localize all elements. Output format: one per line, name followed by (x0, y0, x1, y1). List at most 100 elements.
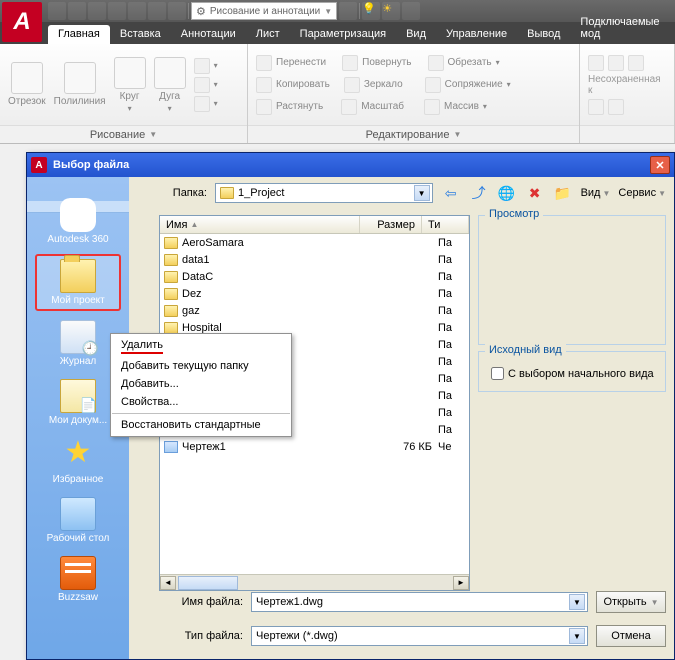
file-row[interactable]: Чертеж176 КБЧе (160, 438, 469, 455)
app-logo[interactable]: A (2, 2, 42, 42)
qat-share-icon[interactable] (339, 2, 357, 20)
folder-icon (164, 288, 178, 300)
qat-open-icon[interactable] (68, 2, 86, 20)
tab-home[interactable]: Главная (48, 25, 110, 44)
file-row[interactable]: DataCПа (160, 268, 469, 285)
tab-view[interactable]: Вид (396, 25, 436, 44)
initview-check-row[interactable]: С выбором начального вида (487, 364, 657, 383)
tool-polyline[interactable]: Полилиния (54, 62, 106, 107)
file-row[interactable]: AeroSamaraПа (160, 234, 469, 251)
ctx-properties[interactable]: Свойства... (111, 393, 291, 411)
scale-icon[interactable] (341, 99, 357, 115)
tool-hatch-icon[interactable] (194, 96, 210, 112)
place-buzzsaw[interactable]: Buzzsaw (35, 553, 121, 606)
qat-freeze-icon[interactable] (402, 2, 420, 20)
layer-icon4[interactable] (588, 99, 604, 115)
layer-icon3[interactable] (628, 55, 644, 71)
ctx-add[interactable]: Добавить... (111, 375, 291, 393)
file-type: Па (438, 288, 469, 300)
file-row[interactable]: gazПа (160, 302, 469, 319)
rotate-icon[interactable] (342, 55, 358, 71)
scroll-thumb[interactable] (178, 576, 238, 590)
fillet-icon[interactable] (425, 77, 441, 93)
array-icon[interactable] (424, 99, 440, 115)
dialog-icon: A (31, 157, 47, 173)
delete-icon[interactable]: ✖ (525, 183, 545, 203)
newfolder-icon[interactable]: 📁 (553, 183, 573, 203)
ribbon: Отрезок Полилиния Круг▾ Дуга▾ ▾ ▾ ▾ Рисо… (0, 44, 675, 144)
ctx-delete[interactable]: Удалить (111, 336, 291, 357)
tool-line[interactable]: Отрезок (8, 62, 46, 107)
tools-menu[interactable]: Сервис▼ (618, 187, 666, 199)
col-size[interactable]: Размер (360, 216, 422, 233)
move-icon[interactable] (256, 55, 272, 71)
tab-plugins[interactable]: Подключаемые мод (570, 13, 675, 44)
initview-checkbox[interactable] (491, 367, 504, 380)
scroll-right-icon[interactable]: ► (453, 576, 469, 590)
filetype-label: Тип файла: (159, 630, 243, 642)
file-row[interactable]: data1Па (160, 251, 469, 268)
tool-rect-icon[interactable] (194, 58, 210, 74)
scroll-left-icon[interactable]: ◄ (160, 576, 176, 590)
tool-ellipse-icon[interactable] (194, 77, 210, 93)
qat-plot-icon[interactable] (128, 2, 146, 20)
file-row[interactable]: DezПа (160, 285, 469, 302)
desktop-icon (60, 497, 96, 531)
horizontal-scrollbar[interactable]: ◄ ► (160, 574, 469, 590)
ctx-add-current[interactable]: Добавить текущую папку (111, 357, 291, 375)
qat-sun-icon[interactable]: ☀ (382, 2, 400, 20)
place-label: Мой проект (51, 295, 105, 306)
file-icon (164, 441, 178, 453)
place-mydocs[interactable]: Мои докум... (35, 376, 121, 429)
close-button[interactable]: ✕ (650, 156, 670, 174)
trim-icon[interactable] (428, 55, 444, 71)
filetype-combo[interactable]: Чертежи (*.dwg) ▼ (251, 626, 588, 646)
open-button[interactable]: Открыть▼ (596, 591, 666, 613)
place-myproject[interactable]: Мой проект (35, 254, 121, 311)
cancel-button[interactable]: Отмена (596, 625, 666, 647)
up-button[interactable]: ⤴ (469, 183, 489, 203)
qat-new-icon[interactable] (48, 2, 66, 20)
qat-redo-icon[interactable] (168, 2, 186, 20)
tool-circle[interactable]: Круг▾ (114, 57, 146, 113)
layer-icon5[interactable] (608, 99, 624, 115)
mirror-icon[interactable] (344, 77, 360, 93)
filetype-value: Чертежи (*.dwg) (256, 630, 338, 642)
initview-group: Исходный вид С выбором начального вида (478, 351, 666, 392)
workspace-dropdown[interactable]: ⚙ Рисование и аннотации ▼ (191, 2, 337, 20)
copy-icon[interactable] (256, 77, 272, 93)
file-type: Па (438, 390, 469, 402)
col-name[interactable]: Имя ▲ (160, 216, 360, 233)
tab-output[interactable]: Вывод (517, 25, 570, 44)
qat-bulb-icon[interactable]: 💡 (362, 2, 380, 20)
view-menu[interactable]: Вид▼ (581, 187, 611, 199)
filetype-dropdown-icon[interactable]: ▼ (569, 628, 585, 644)
back-button[interactable]: ⇦ (441, 183, 461, 203)
file-name: data1 (182, 254, 376, 266)
folder-dropdown-icon[interactable]: ▼ (414, 185, 430, 201)
qat-undo-icon[interactable] (148, 2, 166, 20)
col-type[interactable]: Ти (422, 216, 469, 233)
place-journal[interactable]: Журнал (35, 317, 121, 370)
tool-arc[interactable]: Дуга▾ (154, 57, 186, 113)
tab-layout[interactable]: Лист (246, 25, 290, 44)
filename-combo[interactable]: Чертеж1.dwg ▼ (251, 592, 588, 612)
layer-icon1[interactable] (588, 55, 604, 71)
folder-icon (164, 271, 178, 283)
tab-insert[interactable]: Вставка (110, 25, 171, 44)
stretch-icon[interactable] (256, 99, 272, 115)
place-desktop[interactable]: Рабочий стол (35, 494, 121, 547)
tab-parametric[interactable]: Параметризация (290, 25, 396, 44)
preview-label: Просмотр (485, 208, 543, 220)
qat-saveas-icon[interactable] (108, 2, 126, 20)
folder-combo[interactable]: 1_Project ▼ (215, 183, 433, 203)
qat-save-icon[interactable] (88, 2, 106, 20)
layer-icon2[interactable] (608, 55, 624, 71)
search-web-icon[interactable]: 🌐 (497, 183, 517, 203)
tab-manage[interactable]: Управление (436, 25, 517, 44)
tab-annotate[interactable]: Аннотации (171, 25, 246, 44)
filename-dropdown-icon[interactable]: ▼ (569, 594, 585, 610)
ctx-restore[interactable]: Восстановить стандартные (111, 416, 291, 434)
dialog-titlebar[interactable]: A Выбор файла ✕ (27, 153, 674, 177)
place-fav[interactable]: ★Избранное (35, 435, 121, 488)
